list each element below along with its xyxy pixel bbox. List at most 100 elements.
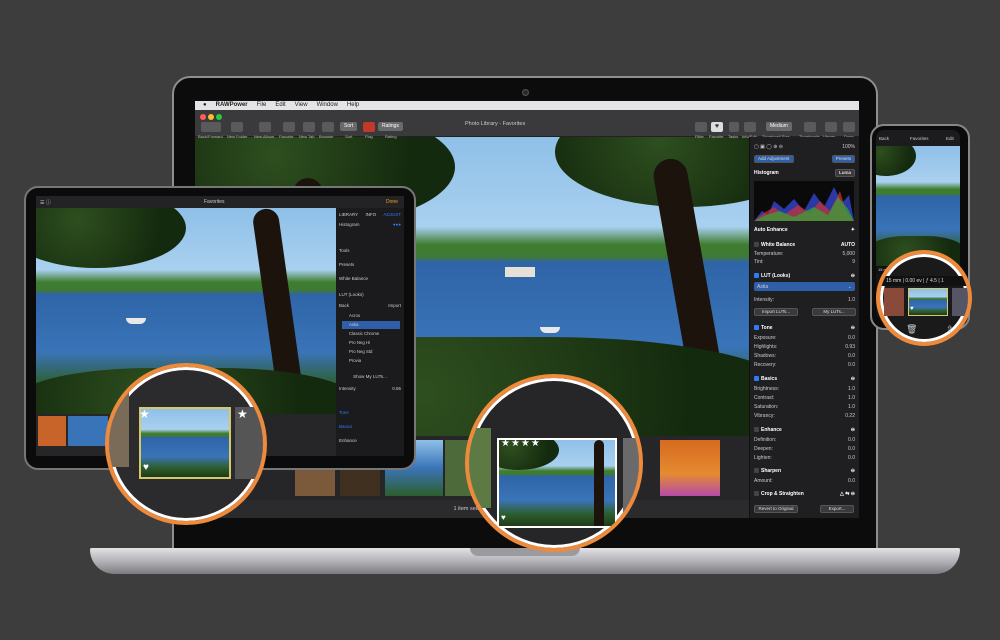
sidebar-tools-icon[interactable]: ▢ ▣ ◯ ⊕ ⊖ <box>754 144 783 150</box>
tint-label: Tint: <box>754 258 764 265</box>
tablet-tab-info[interactable]: INFO <box>365 212 376 217</box>
camera-icon <box>522 89 529 96</box>
lut-header[interactable]: LUT (Looks) <box>761 273 790 279</box>
trash-icon[interactable]: 🗑 <box>906 324 917 335</box>
tone-checkbox[interactable] <box>754 324 759 330</box>
thumbnails-button[interactable] <box>804 122 816 132</box>
tablet-tab-adjust[interactable]: ADJUST <box>383 212 401 217</box>
ratings-button[interactable]: Ratings <box>378 122 403 131</box>
sharpen-checkbox[interactable] <box>754 467 759 473</box>
histogram-header[interactable]: Histogram <box>754 170 779 176</box>
thumbnail[interactable] <box>68 416 108 446</box>
lut-checkbox[interactable] <box>754 272 759 278</box>
phone-edit-button[interactable]: Edit <box>946 136 954 141</box>
tablet-enhance-label[interactable]: Enhance <box>339 438 357 443</box>
temperature-value: 5,000 <box>842 250 855 257</box>
sharpen-header[interactable]: Sharpen <box>761 468 781 474</box>
tasks-button[interactable] <box>729 122 739 132</box>
flag-button[interactable] <box>363 122 375 132</box>
menu-window[interactable]: Window <box>317 101 338 110</box>
magnified-thumbnail <box>139 407 231 479</box>
tablet-presets-label[interactable]: Presets <box>339 262 354 267</box>
tablet-import-button[interactable]: Import <box>388 303 401 308</box>
tone-header[interactable]: Tone <box>761 325 773 331</box>
highlights-label: Highlights: <box>754 343 778 350</box>
wand-icon[interactable]: ✦ <box>851 227 855 233</box>
tablet-menu-icon[interactable]: ☰ ⓘ <box>40 199 51 206</box>
revert-button[interactable]: Revert to Original <box>754 505 798 513</box>
back-forward-button[interactable] <box>201 122 221 132</box>
viewer-button[interactable] <box>825 122 837 132</box>
tablet-tone-label[interactable]: Tone <box>339 410 349 415</box>
auto-wb-button[interactable]: AUTO <box>841 242 855 248</box>
new-tab-button[interactable] <box>303 122 315 132</box>
basics-checkbox[interactable] <box>754 375 759 381</box>
thumbnail-size-select[interactable]: Medium <box>766 122 792 131</box>
magnifier-tablet: ★ ♥ ★ <box>105 363 267 525</box>
menu-edit[interactable]: Edit <box>275 101 285 110</box>
tablet-tab-library[interactable]: LIBRARY <box>339 212 358 217</box>
filter-button[interactable] <box>695 122 707 132</box>
favorite-r-label: Favorite <box>709 134 724 139</box>
auto-enhance-header[interactable]: Auto Enhance <box>754 227 788 233</box>
lut-item[interactable]: Classic Chrome <box>342 330 400 338</box>
tablet-done-button[interactable]: Done <box>386 199 398 205</box>
thumbnail[interactable] <box>660 440 720 496</box>
enhance-header[interactable]: Enhance <box>761 427 782 433</box>
done-button[interactable] <box>843 122 855 132</box>
crop-header[interactable]: Crop & Straighten <box>761 491 804 497</box>
new-album-button[interactable] <box>259 122 271 132</box>
window-title: Photo Library - Favorites <box>465 121 526 127</box>
import-luts-button[interactable]: Import LUTs... <box>754 308 798 316</box>
favorite-button[interactable] <box>283 122 295 132</box>
heart-icon: ♥ <box>910 306 914 312</box>
new-folder-button[interactable] <box>231 122 243 132</box>
exposure-value: 0.0 <box>848 334 855 341</box>
browser-button[interactable] <box>322 122 334 132</box>
sort-button[interactable]: Sort <box>340 122 358 131</box>
phone-back-button[interactable]: Back <box>879 136 889 141</box>
definition-label: Definition: <box>754 436 777 443</box>
tablet-tools-label[interactable]: Tools <box>339 248 350 253</box>
lut-item[interactable]: Acros <box>342 312 400 320</box>
info-edit-button[interactable] <box>744 122 756 132</box>
new-tab-label: New Tab <box>299 134 315 139</box>
presets-select[interactable]: Presets <box>831 154 855 163</box>
show-my-luts-button[interactable]: Show My LUTs... <box>353 374 387 379</box>
export-button[interactable]: Export... <box>820 505 854 513</box>
lut-item[interactable]: Pro Neg Std <box>342 348 400 356</box>
menu-help[interactable]: Help <box>347 101 359 110</box>
lut-select[interactable]: Astia <box>757 284 768 290</box>
crop-tools-icon[interactable]: △ ⇆ ⊖ <box>840 491 855 497</box>
basics-header[interactable]: Basics <box>761 376 777 382</box>
lut-item[interactable]: Provia <box>342 357 400 365</box>
menu-app[interactable]: RAWPower <box>216 101 248 110</box>
adjustments-sidebar: ▢ ▣ ◯ ⊕ ⊖ 100% Add Adjustment Presets His… <box>749 137 859 518</box>
thumbnail[interactable] <box>38 416 66 446</box>
luma-select[interactable]: Luma <box>834 168 855 177</box>
white-balance-header[interactable]: White Balance <box>761 242 795 248</box>
share-icon[interactable]: ⇧ <box>946 324 954 335</box>
browser-label: Browser <box>319 134 334 139</box>
add-adjustment-select[interactable]: Add Adjustment <box>754 154 794 163</box>
tablet-lut-label[interactable]: LUT (Looks) <box>339 292 364 297</box>
enhance-checkbox[interactable] <box>754 426 759 432</box>
magnified-selected-thumbnail <box>497 438 617 528</box>
menu-file[interactable]: File <box>257 101 267 110</box>
my-luts-button[interactable]: My LUTs... <box>812 308 856 316</box>
saturation-label: Saturation: <box>754 403 779 410</box>
favorite-heart-button[interactable]: ♥ <box>711 122 723 132</box>
apple-menu-icon[interactable]: ● <box>203 101 207 110</box>
close-window-icon[interactable] <box>200 114 206 120</box>
zoom-window-icon[interactable] <box>216 114 222 120</box>
tablet-histogram-label[interactable]: Histogram <box>339 222 360 227</box>
menu-view[interactable]: View <box>295 101 308 110</box>
tablet-basics-label[interactable]: Basics <box>339 424 352 429</box>
white-balance-checkbox[interactable] <box>754 241 759 247</box>
tablet-back-button[interactable]: Back <box>339 303 349 308</box>
minimize-window-icon[interactable] <box>208 114 214 120</box>
lut-item-selected[interactable]: Astia <box>342 321 400 329</box>
crop-checkbox[interactable] <box>754 490 759 496</box>
tablet-white-balance-label[interactable]: White Balance <box>339 276 368 281</box>
lut-item[interactable]: Pro Neg Hi <box>342 339 400 347</box>
